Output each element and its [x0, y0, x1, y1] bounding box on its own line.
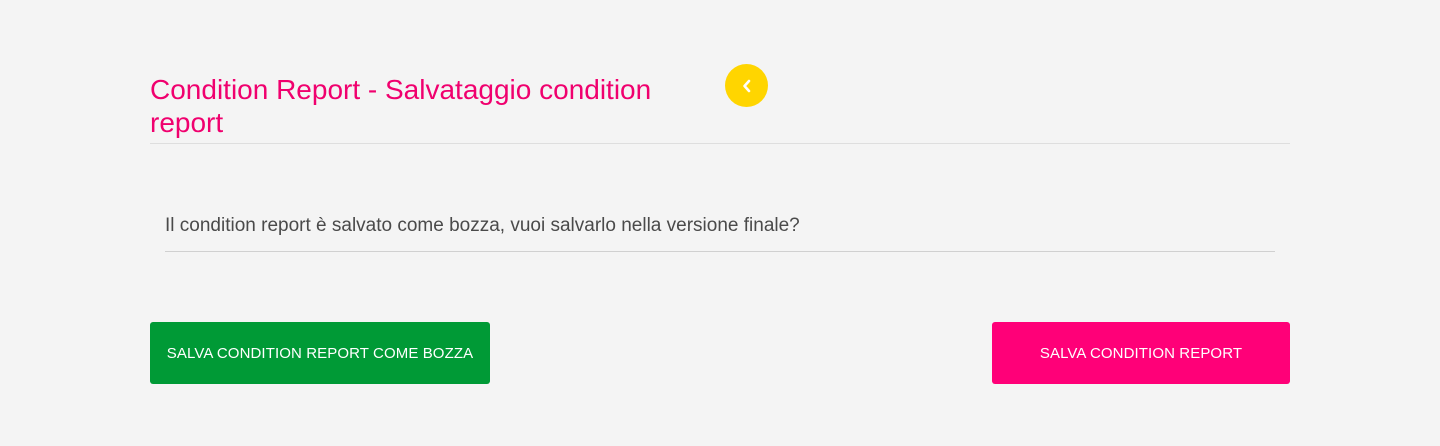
chevron-left-icon: [742, 79, 750, 92]
save-final-button[interactable]: SALVA CONDITION REPORT: [992, 322, 1290, 384]
page-title: Condition Report - Salvataggio condition…: [150, 74, 652, 138]
header-divider: [150, 143, 1290, 144]
back-button[interactable]: [725, 64, 768, 107]
confirmation-question: Il condition report è salvato come bozza…: [165, 215, 800, 236]
save-as-draft-button[interactable]: SALVA CONDITION REPORT COME BOZZA: [150, 322, 490, 384]
question-divider: [165, 251, 1275, 252]
